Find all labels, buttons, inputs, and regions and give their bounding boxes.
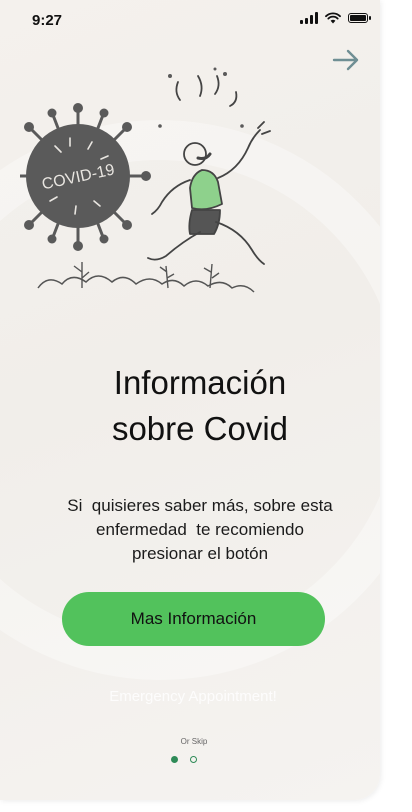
onboarding-screen: 9:27 COVID-19 Información sobre Covid Si… xyxy=(0,0,380,800)
pagination-dot-2[interactable] xyxy=(190,756,197,763)
emergency-appointment-link[interactable]: Emergency Appointment! xyxy=(0,688,380,705)
description-text: Si quisieres saber más, sobre esta enfer… xyxy=(40,494,360,566)
virus-particles xyxy=(158,67,244,128)
status-time: 9:27 xyxy=(32,12,63,29)
page-title: Información sobre Covid xyxy=(0,360,380,452)
pagination-dots xyxy=(171,756,197,763)
title-line-2: sobre Covid xyxy=(111,410,289,447)
description-line-2: enfermedad te recomiendo xyxy=(96,520,304,539)
title-line-1: Información xyxy=(113,364,287,401)
status-bar: 9:27 xyxy=(0,0,380,44)
running-person-virus-illustration: COVID-19 xyxy=(20,67,271,293)
ground-line xyxy=(37,275,255,293)
battery-icon xyxy=(348,13,371,23)
status-icons xyxy=(300,12,371,24)
plants xyxy=(73,262,220,289)
description-line-3: presionar el botón xyxy=(131,544,269,563)
more-info-button[interactable]: Mas Información xyxy=(62,592,325,646)
virus-icon: COVID-19 xyxy=(20,103,151,251)
description-line-1: Si quisieres saber más, sobre esta xyxy=(67,496,333,515)
wifi-icon xyxy=(325,12,341,24)
arrow-right-icon[interactable] xyxy=(330,46,362,74)
pagination-dot-1[interactable] xyxy=(171,756,178,763)
running-person xyxy=(147,75,271,265)
signal-icon xyxy=(300,12,318,24)
skip-link[interactable]: Or Skip xyxy=(0,737,380,746)
